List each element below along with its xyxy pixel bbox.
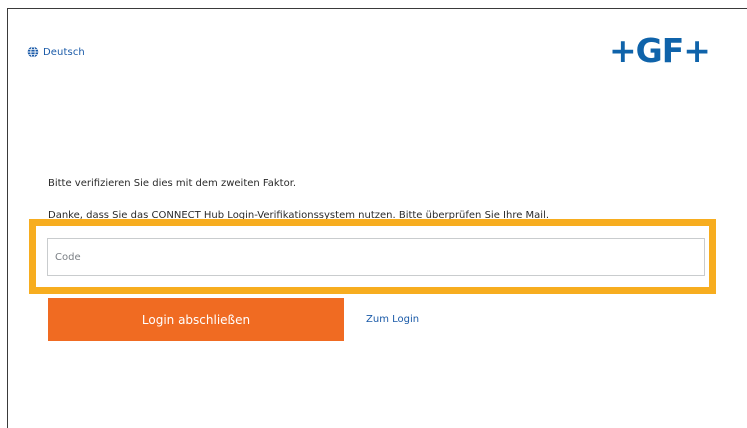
gf-logo: +GF+ <box>609 31 711 70</box>
language-selector[interactable]: Deutsch <box>27 46 85 58</box>
language-label: Deutsch <box>43 46 85 58</box>
verification-instruction: Bitte verifizieren Sie dies mit dem zwei… <box>48 178 297 189</box>
back-to-login-link[interactable]: Zum Login <box>366 314 419 325</box>
globe-icon <box>27 46 39 58</box>
complete-login-button[interactable]: Login abschließen <box>48 298 344 341</box>
code-input[interactable] <box>47 238 705 276</box>
